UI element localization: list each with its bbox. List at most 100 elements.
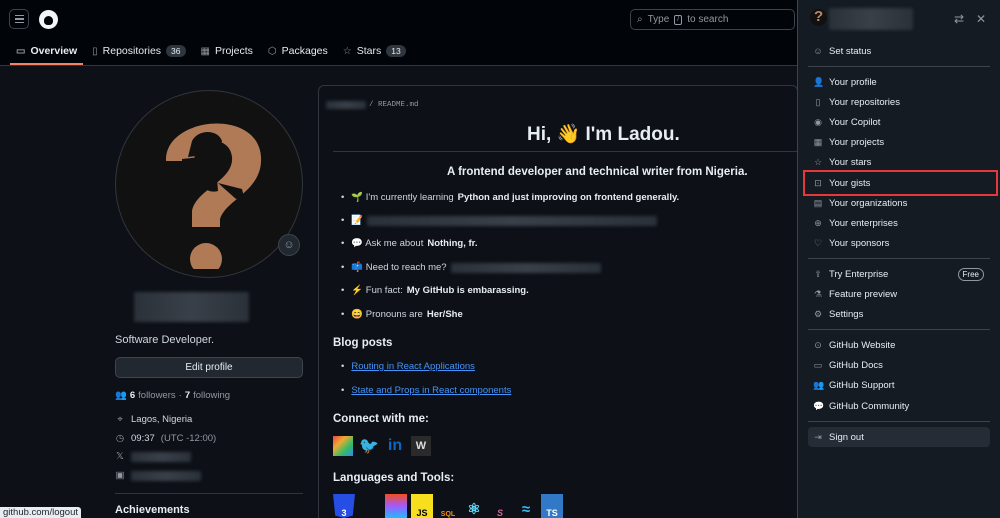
search-shortcut-key: / — [674, 14, 683, 25]
search-input[interactable]: ⌕ Type / to search — [630, 9, 795, 30]
tailwind-icon[interactable]: ≈ — [515, 494, 537, 518]
menu-item-set-status[interactable]: ☺ Set status — [808, 41, 990, 61]
clock-icon: ◷ — [115, 433, 125, 444]
bullet: • — [341, 215, 345, 226]
javascript-icon[interactable]: JS — [411, 494, 433, 518]
followers-count[interactable]: 6 — [130, 390, 135, 401]
item-text: 😄 Pronouns are — [351, 309, 423, 320]
twitter-icon[interactable]: 🐦 — [359, 436, 379, 456]
menu-item-github-docs[interactable]: ▭ GitHub Docs — [808, 355, 990, 375]
menu-item-your-profile[interactable]: 👤 Your profile — [808, 72, 990, 92]
menu-item-label: Feature preview — [829, 288, 898, 300]
menu-item-label: Your profile — [829, 76, 877, 88]
menu-item-your-copilot[interactable]: ◉ Your Copilot — [808, 112, 990, 132]
tab-count: 13 — [386, 45, 406, 57]
switch-account-icon[interactable]: ⇄ — [954, 12, 964, 26]
connect-heading: Connect with me: — [333, 413, 429, 425]
dot-separator: · — [178, 390, 182, 401]
item-text: 📝 — [351, 215, 364, 226]
menu-item-github-support[interactable]: 👥 GitHub Support — [808, 375, 990, 395]
tab-projects[interactable]: ▦ Projects — [195, 39, 259, 63]
divider — [808, 258, 990, 259]
menu-item-github-community[interactable]: 💬 GitHub Community — [808, 396, 990, 416]
css3-icon[interactable]: 3 — [333, 494, 355, 518]
set-status-emoji-icon[interactable]: ☺ — [278, 234, 300, 256]
smiley-icon: ☺ — [813, 46, 823, 56]
menu-item-label: GitHub Website — [829, 339, 896, 351]
tab-repositories[interactable]: ▯ Repositories 36 — [86, 39, 191, 63]
tab-overview[interactable]: ▭ Overview — [10, 39, 84, 65]
item-bold-text: My GitHub is embarassing. — [406, 285, 529, 296]
menu-item-try-enterprise[interactable]: ⇪ Try Enterprise Free — [808, 264, 990, 284]
blog-posts-heading: Blog posts — [333, 337, 393, 349]
x-social-row: 𝕏 — [115, 451, 191, 462]
menu-item-your-stars[interactable]: ☆ Your stars — [808, 152, 990, 172]
item-text: ⚡ Fun fact: — [351, 285, 403, 296]
linkedin-social-row: ▣ — [115, 470, 201, 481]
username-redacted[interactable] — [326, 101, 366, 109]
followers-label[interactable]: followers — [138, 390, 176, 401]
menu-item-label: Your Copilot — [829, 116, 881, 128]
blog-link-state-props[interactable]: State and Props in React components — [351, 385, 511, 396]
linkedin-handle-redacted[interactable] — [131, 470, 201, 481]
tab-stars[interactable]: ☆ Stars 13 — [337, 39, 412, 63]
x-handle-redacted[interactable] — [131, 451, 191, 462]
following-label[interactable]: following — [193, 390, 230, 401]
upload-icon: ⇪ — [814, 268, 822, 279]
item-text: 📫 Need to reach me? — [351, 262, 447, 273]
close-icon[interactable]: ✕ — [976, 12, 986, 26]
github-logo-icon[interactable] — [39, 10, 58, 29]
beaker-icon: ⚗ — [813, 288, 823, 299]
gear-icon: ⚙ — [813, 308, 823, 319]
menu-item-your-organizations[interactable]: ▤ Your organizations — [808, 193, 990, 213]
readme-title: Hi, 👋 I'm Ladou. — [527, 124, 680, 145]
item-bold-text: Python and just improving on frontend ge… — [457, 192, 680, 203]
repo-icon: ▯ — [92, 45, 98, 57]
sass-icon[interactable]: S — [489, 494, 511, 518]
avatar[interactable] — [115, 90, 303, 278]
search-placeholder: Type — [647, 14, 670, 25]
html5-icon[interactable] — [359, 494, 381, 518]
menu-item-label: Sign out — [829, 431, 864, 443]
timezone: (UTC -12:00) — [160, 433, 217, 444]
menu-item-github-website[interactable]: ⊙ GitHub Website — [808, 335, 990, 355]
mark-github-icon: ⊙ — [814, 339, 822, 350]
menu-item-label: GitHub Community — [829, 400, 910, 412]
hashnode-icon[interactable]: W — [411, 436, 431, 456]
blog-link-routing[interactable]: Routing in React Applications — [351, 361, 475, 372]
linkedin-icon[interactable]: in — [385, 436, 405, 456]
menu-item-your-repositories[interactable]: ▯ Your repositories — [808, 92, 990, 112]
menu-icon[interactable] — [9, 9, 29, 29]
menu-item-label: Your sponsors — [829, 237, 890, 249]
person-icon: 👤 — [813, 76, 825, 87]
bullet: • — [341, 309, 345, 320]
status-bar-url: github.com/logout — [0, 507, 81, 518]
menu-item-label: GitHub Support — [829, 379, 895, 391]
linkedin-icon: ▣ — [115, 470, 125, 481]
free-badge: Free — [957, 267, 984, 281]
list-item: • 📫 Need to reach me? — [341, 262, 601, 273]
bullet: • — [341, 262, 345, 273]
star-icon: ☆ — [813, 156, 823, 167]
figma-icon[interactable] — [385, 494, 407, 518]
menu-item-your-projects[interactable]: ▦ Your projects — [808, 132, 990, 152]
tab-label: Projects — [214, 45, 253, 57]
edit-profile-button[interactable]: Edit profile — [115, 357, 303, 378]
menu-item-sign-out[interactable]: ⇥ Sign out — [808, 427, 990, 447]
menu-item-settings[interactable]: ⚙ Settings — [808, 304, 990, 324]
list-item: • 🌱 I'm currently learning Python and ju… — [341, 192, 679, 203]
location-text: Lagos, Nigeria — [131, 414, 193, 425]
menu-item-your-sponsors[interactable]: ♡ Your sponsors — [808, 233, 990, 253]
list-item: • 📝 — [341, 215, 658, 226]
typescript-icon[interactable]: TS — [541, 494, 563, 518]
following-count[interactable]: 7 — [185, 390, 190, 401]
divider — [115, 493, 303, 494]
dev-to-icon[interactable] — [333, 436, 353, 456]
menu-item-your-enterprises[interactable]: ⊕ Your enterprises — [808, 213, 990, 233]
tab-packages[interactable]: ⬡ Packages — [262, 39, 334, 63]
heart-icon: ♡ — [813, 237, 823, 248]
menu-item-feature-preview[interactable]: ⚗ Feature preview — [808, 284, 990, 304]
react-icon[interactable]: ⚛ — [463, 494, 485, 518]
mysql-icon[interactable]: SQL — [437, 494, 459, 518]
readme-path[interactable]: / README.md — [369, 101, 419, 109]
